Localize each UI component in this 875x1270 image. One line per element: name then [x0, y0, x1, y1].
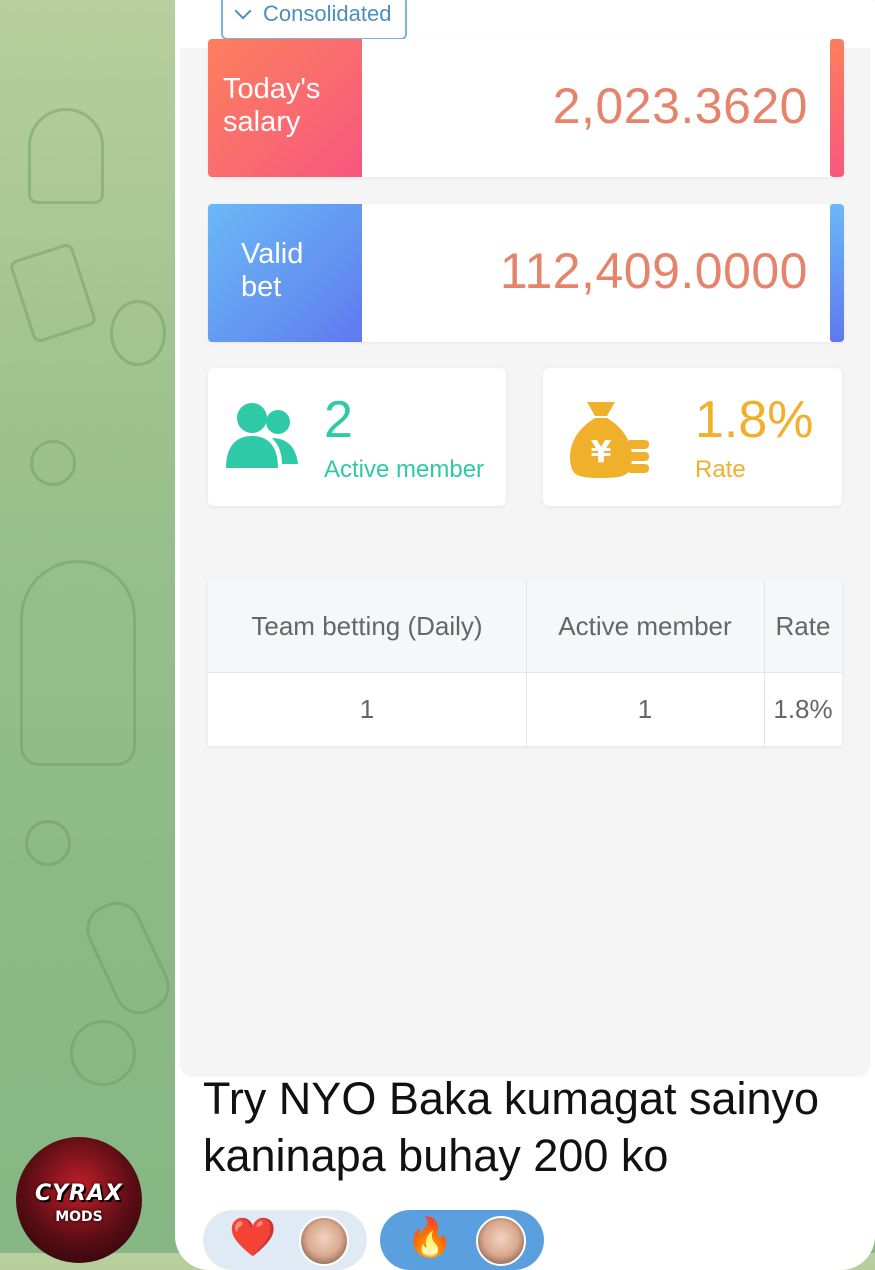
valid-bet-label: Valid bet [208, 204, 362, 342]
valid-bet-value: 112,409.0000 [499, 243, 808, 299]
active-member-card: 2 Active member [208, 368, 506, 506]
table-cell-team-betting: 1 [359, 693, 375, 724]
reaction-fire[interactable]: 🔥 [380, 1210, 544, 1270]
reactor-avatar [299, 1216, 349, 1266]
active-member-count: 2 [324, 391, 353, 449]
reaction-heart[interactable]: ❤️ [203, 1210, 367, 1270]
table-header-active-member: Active member [558, 610, 732, 641]
salary-label-line2: salary [223, 106, 301, 138]
consolidated-label: Consolidated [263, 1, 392, 26]
message-text: Try NYO Baka kumagat sainyo kaninapa buh… [203, 1073, 820, 1181]
salary-label-line1: Today's [223, 73, 321, 105]
table-cell-rate: 1.8% [773, 693, 833, 724]
avatar-sub: MODS [55, 1209, 103, 1225]
money-bag-icon: ¥ [570, 402, 649, 478]
heart-icon: ❤️ [229, 1217, 277, 1259]
salary-card: Today's salary 2,023.3620 [208, 39, 844, 177]
chevron-down-icon [234, 2, 252, 20]
table-header-team-betting: Team betting (Daily) [251, 610, 483, 641]
salary-edge [830, 39, 844, 177]
table-cell-active-member: 1 [637, 693, 653, 724]
fire-icon: 🔥 [406, 1217, 454, 1259]
team-betting-table: Team betting (Daily) Active member Rate … [208, 580, 842, 746]
valid-bet-edge [830, 204, 844, 342]
active-member-label: Active member [324, 456, 485, 483]
table-divider [208, 672, 842, 673]
valid-bet-card: Valid bet 112,409.0000 [208, 204, 844, 342]
valid-bet-label-line1: Valid [241, 238, 304, 270]
rate-label: Rate [695, 456, 746, 483]
valid-bet-label-line2: bet [241, 271, 282, 303]
rate-value: 1.8% [695, 391, 814, 449]
reactor-avatar [476, 1216, 526, 1266]
table-header-rate: Rate [775, 610, 831, 641]
salary-label: Today's salary [208, 39, 362, 177]
shared-screenshot[interactable]: Consolidated Today's salary 2,023.3620 V… [180, 0, 870, 1077]
consolidated-dropdown[interactable]: Consolidated [221, 0, 407, 40]
table-divider [526, 580, 527, 746]
salary-value: 2,023.3620 [552, 78, 808, 134]
message-bubble[interactable]: Consolidated Today's salary 2,023.3620 V… [175, 0, 875, 1270]
svg-text:¥: ¥ [591, 435, 612, 470]
channel-avatar[interactable]: CYRAX MODS [16, 1137, 142, 1263]
table-divider [764, 580, 765, 746]
members-icon [226, 403, 298, 468]
avatar-brand: CYRAX [34, 1181, 123, 1206]
rate-card: ¥ 1.8% Rate [543, 368, 842, 506]
